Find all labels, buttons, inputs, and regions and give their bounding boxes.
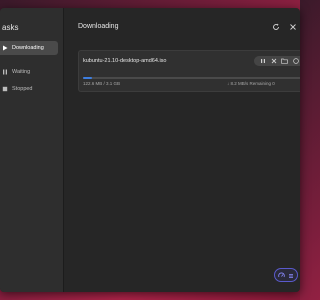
sidebar-title: asks [2,23,19,32]
page-title: Downloading [78,23,119,30]
task-actions [254,56,300,66]
pause-icon[interactable] [259,57,267,65]
refresh-icon[interactable] [271,22,280,31]
task-name: kubuntu-21.10-desktop-amd64.iso [83,58,167,64]
sidebar-item-label: Downloading [12,45,44,51]
sidebar-item-label: Stopped [12,86,33,92]
pause-icon [0,69,10,75]
close-icon[interactable] [288,22,297,31]
close-icon[interactable] [270,57,278,65]
sidebar-item-waiting[interactable]: Waiting [0,65,58,79]
task-size: 122.6 MB / 3.1 GB [83,81,121,86]
app-window: asks Downloading Waiting Stopped Downloa… [0,8,300,292]
sidebar: asks Downloading Waiting Stopped [0,8,64,292]
menu-icon [288,266,294,284]
sidebar-item-downloading[interactable]: Downloading [0,41,58,55]
progress-bar [83,77,300,79]
stop-icon [0,86,10,92]
sidebar-item-label: Waiting [12,69,31,75]
sidebar-item-stopped[interactable]: Stopped [0,82,58,96]
main-panel: Downloading kubuntu-21.10-desktop-amd64.… [64,8,300,292]
task-speed: ↓ 8.2 MB/s Remaining 0 [227,81,275,86]
speed-toggle-button[interactable] [274,268,298,282]
info-icon[interactable] [292,57,300,65]
speedometer-icon [278,266,285,284]
folder-icon[interactable] [281,57,289,65]
play-icon [0,45,10,51]
task-card[interactable]: kubuntu-21.10-desktop-amd64.iso 122.6 MB… [78,50,300,92]
progress-fill [83,77,92,79]
